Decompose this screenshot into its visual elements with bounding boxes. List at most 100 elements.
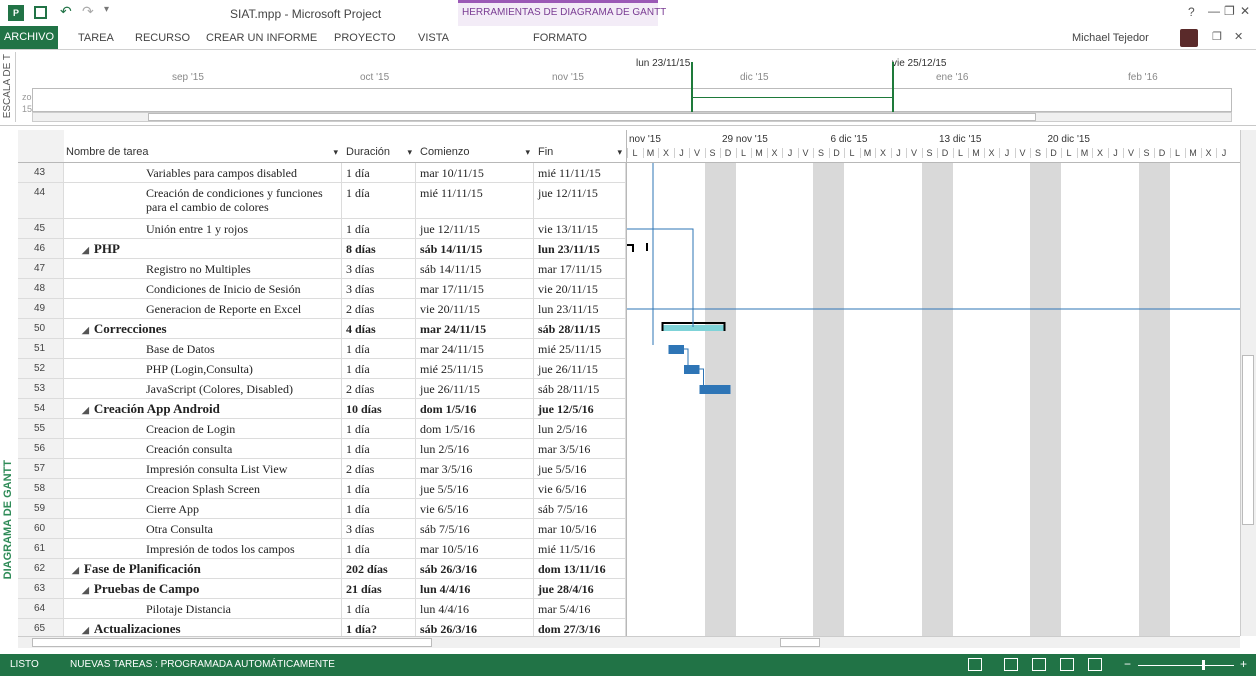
task-name[interactable]: ◢ PHP: [64, 239, 342, 258]
task-bar[interactable]: [699, 385, 731, 394]
task-start[interactable]: jue 12/11/15: [416, 219, 534, 238]
user-avatar[interactable]: [1180, 29, 1198, 47]
task-name[interactable]: Base de Datos: [64, 339, 342, 358]
task-name[interactable]: Cierre App: [64, 499, 342, 518]
task-duration[interactable]: 1 día?: [342, 619, 416, 636]
save-icon[interactable]: [34, 6, 47, 19]
task-start[interactable]: mar 17/11/15: [416, 279, 534, 298]
task-start[interactable]: mié 25/11/15: [416, 359, 534, 378]
zoom-in-icon[interactable]: +: [1240, 657, 1247, 671]
task-name[interactable]: Creacion Splash Screen: [64, 479, 342, 498]
undo-icon[interactable]: ↶: [60, 3, 72, 20]
task-duration[interactable]: 2 días: [342, 459, 416, 478]
close-doc-icon[interactable]: ✕: [1234, 30, 1243, 43]
task-end[interactable]: sáb 28/11/15: [534, 319, 626, 338]
table-row[interactable]: 54 ◢ Creación App Android 10 días dom 1/5/16…: [18, 399, 626, 419]
table-row[interactable]: 60 Otra Consulta 3 días sáb 7/5/16 mar 10/5/…: [18, 519, 626, 539]
task-name[interactable]: ◢ Correcciones: [64, 319, 342, 338]
collapse-icon[interactable]: ◢: [82, 245, 89, 255]
task-duration[interactable]: 1 día: [342, 183, 416, 218]
task-name[interactable]: Pilotaje Distancia: [64, 599, 342, 618]
task-duration[interactable]: 2 días: [342, 379, 416, 398]
table-row[interactable]: 46 ◢ PHP 8 días sáb 14/11/15 lun 23/11/15: [18, 239, 626, 259]
restore-button[interactable]: ❐: [1224, 4, 1235, 18]
task-duration[interactable]: 3 días: [342, 259, 416, 278]
tab-formato[interactable]: FORMATO: [533, 32, 587, 44]
task-start[interactable]: jue 5/5/16: [416, 479, 534, 498]
table-row[interactable]: 53 JavaScript (Colores, Disabled) 2 días ju…: [18, 379, 626, 399]
table-row[interactable]: 61 Impresión de todos los campos 1 día mar …: [18, 539, 626, 559]
task-end[interactable]: lun 2/5/16: [534, 419, 626, 438]
task-start[interactable]: vie 6/5/16: [416, 499, 534, 518]
collapse-icon[interactable]: ◢: [82, 405, 89, 415]
task-name[interactable]: JavaScript (Colores, Disabled): [64, 379, 342, 398]
task-start[interactable]: mar 24/11/15: [416, 339, 534, 358]
task-end[interactable]: mar 3/5/16: [534, 439, 626, 458]
task-duration[interactable]: 1 día: [342, 479, 416, 498]
table-row[interactable]: 65 ◢ Actualizaciones 1 día? sáb 26/3/16 dom 2…: [18, 619, 626, 636]
task-bar[interactable]: [684, 365, 700, 374]
task-end[interactable]: dom 13/11/16: [534, 559, 626, 578]
task-end[interactable]: vie 6/5/16: [534, 479, 626, 498]
task-name[interactable]: ◢ Creación App Android: [64, 399, 342, 418]
task-name[interactable]: Registro no Multiples: [64, 259, 342, 278]
task-end[interactable]: jue 12/11/15: [534, 183, 626, 218]
tab-tarea[interactable]: TAREA: [78, 32, 114, 44]
task-start[interactable]: vie 20/11/15: [416, 299, 534, 318]
column-header-name[interactable]: Nombre de tarea ▾: [64, 130, 342, 163]
table-row[interactable]: 48 Condiciones de Inicio de Sesión 3 días m…: [18, 279, 626, 299]
task-start[interactable]: mar 3/5/16: [416, 459, 534, 478]
task-end[interactable]: sáb 28/11/15: [534, 379, 626, 398]
tab-vista[interactable]: VISTA: [418, 32, 449, 44]
zoom-slider[interactable]: [1138, 665, 1234, 666]
task-duration[interactable]: 10 días: [342, 399, 416, 418]
task-start[interactable]: sáb 7/5/16: [416, 519, 534, 538]
task-start[interactable]: mar 10/5/16: [416, 539, 534, 558]
task-duration[interactable]: 3 días: [342, 279, 416, 298]
task-end[interactable]: vie 20/11/15: [534, 279, 626, 298]
task-name[interactable]: Otra Consulta: [64, 519, 342, 538]
vertical-scroll-thumb[interactable]: [1242, 355, 1254, 525]
name-filter-icon[interactable]: ▾: [333, 147, 338, 158]
table-row[interactable]: 45 Unión entre 1 y rojos 1 día jue 12/11/15…: [18, 219, 626, 239]
column-header-end[interactable]: Fin ▾: [534, 130, 626, 163]
task-start[interactable]: lun 4/4/16: [416, 599, 534, 618]
task-end[interactable]: mar 17/11/15: [534, 259, 626, 278]
column-header-duration[interactable]: Duración ▾: [342, 130, 416, 163]
task-end[interactable]: mié 11/5/16: [534, 539, 626, 558]
task-name[interactable]: Impresión de todos los campos: [64, 539, 342, 558]
collapse-icon[interactable]: ◢: [82, 325, 89, 335]
tab-proyecto[interactable]: PROYECTO: [334, 32, 396, 44]
task-name[interactable]: Generacion de Reporte en Excel: [64, 299, 342, 318]
table-row[interactable]: 58 Creacion Splash Screen 1 día jue 5/5/16 v…: [18, 479, 626, 499]
task-duration[interactable]: 1 día: [342, 339, 416, 358]
task-end[interactable]: mar 10/5/16: [534, 519, 626, 538]
task-end[interactable]: jue 12/5/16: [534, 399, 626, 418]
table-row[interactable]: 43 Variables para campos disabled 1 día mar…: [18, 163, 626, 183]
task-duration[interactable]: 1 día: [342, 419, 416, 438]
task-duration[interactable]: 1 día: [342, 599, 416, 618]
task-end[interactable]: dom 27/3/16: [534, 619, 626, 636]
task-start[interactable]: sáb 26/3/16: [416, 559, 534, 578]
table-row[interactable]: 47 Registro no Multiples 3 días sáb 14/11/1…: [18, 259, 626, 279]
task-duration[interactable]: 2 días: [342, 299, 416, 318]
task-name[interactable]: Creacion de Login: [64, 419, 342, 438]
task-start[interactable]: dom 1/5/16: [416, 419, 534, 438]
duration-filter-icon[interactable]: ▾: [407, 147, 412, 158]
task-name[interactable]: Unión entre 1 y rojos: [64, 219, 342, 238]
task-end[interactable]: jue 26/11/15: [534, 359, 626, 378]
collapse-icon[interactable]: ◢: [82, 585, 89, 595]
collapse-icon[interactable]: ◢: [72, 565, 79, 575]
tab-archivo[interactable]: ARCHIVO: [0, 26, 58, 49]
timeline-scroll-thumb[interactable]: [148, 113, 1036, 121]
task-duration[interactable]: 21 días: [342, 579, 416, 598]
customize-qat-icon[interactable]: ▾: [104, 4, 109, 15]
close-button[interactable]: ✕: [1240, 4, 1250, 18]
table-row[interactable]: 51 Base de Datos 1 día mar 24/11/15 mié 25/1…: [18, 339, 626, 359]
table-row[interactable]: 56 Creación consulta 1 día lun 2/5/16 mar 3/…: [18, 439, 626, 459]
task-duration[interactable]: 8 días: [342, 239, 416, 258]
row-header-corner[interactable]: [18, 130, 64, 163]
ribbon-display-icon[interactable]: ❐: [1212, 30, 1222, 43]
task-duration[interactable]: 1 día: [342, 499, 416, 518]
report-view-icon[interactable]: [1088, 658, 1102, 671]
